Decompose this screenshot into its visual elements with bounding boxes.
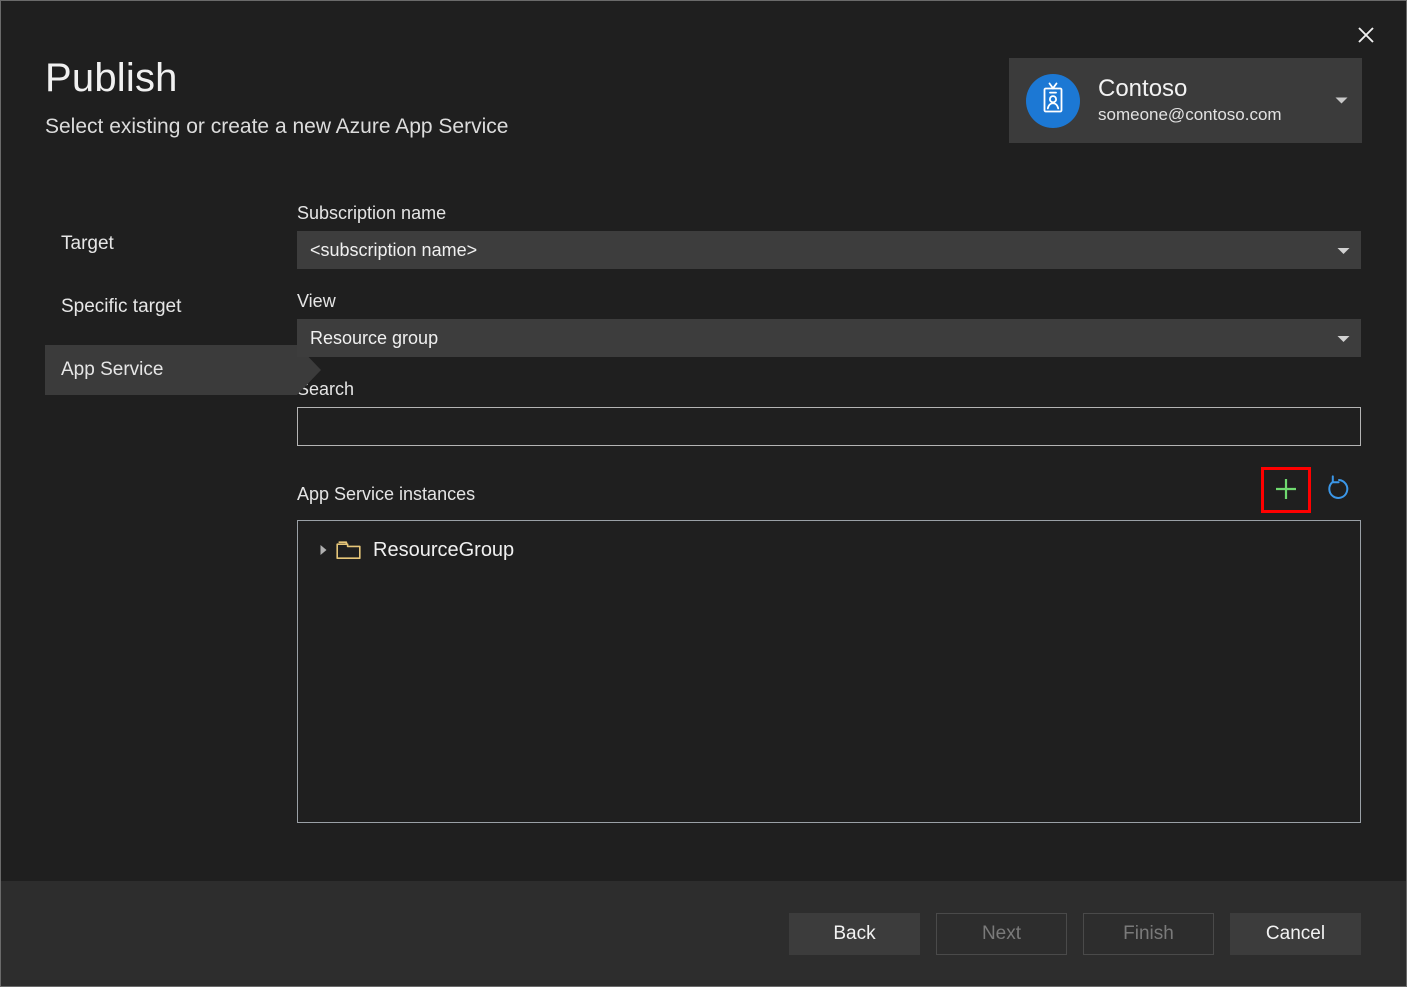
refresh-icon <box>1324 474 1354 507</box>
search-label: Search <box>297 379 1361 400</box>
publish-dialog: Publish Select existing or create a new … <box>0 0 1407 987</box>
finish-button: Finish <box>1083 913 1214 955</box>
chevron-right-icon[interactable] <box>312 544 334 556</box>
subscription-value: <subscription name> <box>310 240 477 261</box>
tree-item-label: ResourceGroup <box>373 539 514 562</box>
account-name: Contoso <box>1098 75 1329 103</box>
tree-item-resource-group[interactable]: ResourceGroup <box>298 533 1360 567</box>
dialog-footer: Back Next Finish Cancel <box>1 881 1406 986</box>
account-text: Contoso someone@contoso.com <box>1098 75 1329 126</box>
sidebar-item-label: Specific target <box>61 296 181 318</box>
app-service-instances-tree[interactable]: ResourceGroup <box>297 520 1361 823</box>
sidebar: Target Specific target App Service <box>45 191 297 881</box>
add-instance-button[interactable] <box>1261 467 1311 513</box>
account-email: someone@contoso.com <box>1098 104 1329 126</box>
chevron-down-icon[interactable] <box>1335 92 1348 110</box>
chevron-down-icon <box>1337 240 1350 261</box>
sidebar-item-app-service[interactable]: App Service <box>45 345 297 395</box>
id-badge-icon <box>1038 81 1068 120</box>
subscription-label: Subscription name <box>297 203 1361 224</box>
sidebar-item-label: Target <box>61 233 114 255</box>
back-button[interactable]: Back <box>789 913 920 955</box>
dialog-body: Target Specific target App Service Subsc… <box>1 191 1406 881</box>
plus-icon <box>1273 476 1299 505</box>
search-input[interactable] <box>297 407 1361 446</box>
sidebar-item-target[interactable]: Target <box>45 219 297 269</box>
main-content: Subscription name <subscription name> Vi… <box>297 191 1361 881</box>
view-label: View <box>297 291 1361 312</box>
folder-icon <box>336 540 361 561</box>
sidebar-item-label: App Service <box>61 359 163 381</box>
cancel-button[interactable]: Cancel <box>1230 913 1361 955</box>
sidebar-item-specific-target[interactable]: Specific target <box>45 282 297 332</box>
avatar <box>1026 74 1080 128</box>
instances-label: App Service instances <box>297 484 475 513</box>
instances-header: App Service instances <box>297 469 1361 513</box>
refresh-button[interactable] <box>1317 469 1361 511</box>
subscription-dropdown[interactable]: <subscription name> <box>297 231 1361 269</box>
instances-actions <box>1261 467 1361 513</box>
view-dropdown[interactable]: Resource group <box>297 319 1361 357</box>
view-value: Resource group <box>310 328 438 349</box>
chevron-down-icon <box>1337 328 1350 349</box>
dialog-header: Publish Select existing or create a new … <box>1 1 1406 191</box>
account-badge[interactable]: Contoso someone@contoso.com <box>1009 58 1362 143</box>
next-button: Next <box>936 913 1067 955</box>
